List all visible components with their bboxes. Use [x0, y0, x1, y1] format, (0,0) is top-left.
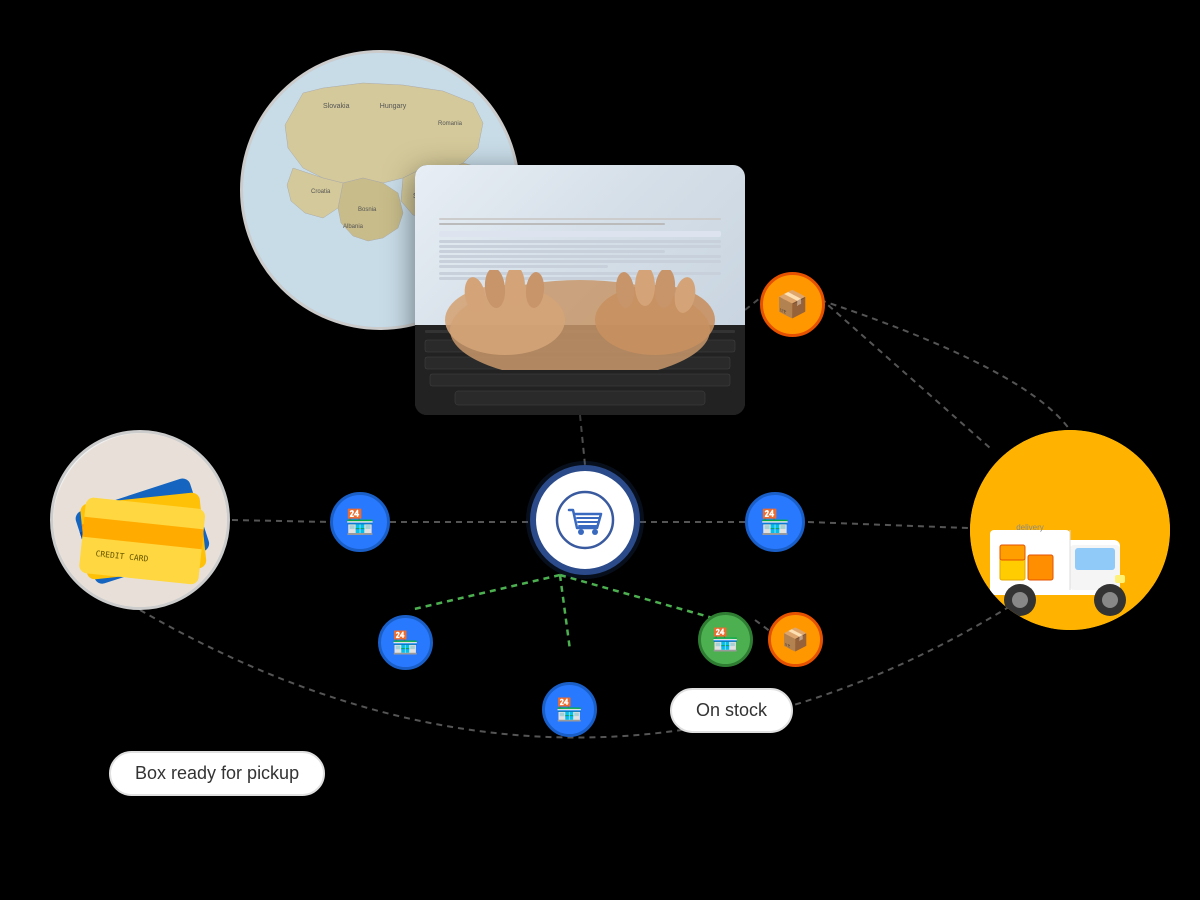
- diagram-scene: .dash-line { stroke: #555; stroke-width:…: [0, 0, 1200, 900]
- svg-text:Bosnia: Bosnia: [358, 207, 377, 213]
- box-pickup-badge: Box ready for pickup: [109, 751, 325, 796]
- cart-center-bubble[interactable]: [530, 465, 640, 575]
- store-bubble-lower-left[interactable]: 🏪: [378, 615, 433, 670]
- store-icon-lower-left: 🏪: [392, 630, 419, 656]
- package-icon-lower: 📦: [782, 627, 809, 653]
- on-stock-text: On stock: [696, 700, 767, 720]
- delivery-van-image: delivery: [970, 430, 1170, 630]
- store-icon-lower-right: 🏪: [712, 627, 739, 653]
- package-icon-top: 📦: [776, 289, 808, 320]
- box-pickup-text: Box ready for pickup: [135, 763, 299, 783]
- svg-text:Hungary: Hungary: [380, 103, 407, 110]
- store-bubble-bottom[interactable]: 🏪: [542, 682, 597, 737]
- svg-text:Romania: Romania: [438, 121, 463, 127]
- store-bubble-left[interactable]: 🏪: [330, 492, 390, 552]
- store-icon-bottom: 🏪: [556, 697, 583, 723]
- credit-cards-image: CREDIT CARD CREDIT CARD CREDIT CARD: [50, 430, 230, 610]
- package-bubble-lower[interactable]: 📦: [768, 612, 823, 667]
- store-icon-left: 🏪: [345, 508, 375, 537]
- svg-text:Albania: Albania: [343, 224, 364, 230]
- package-bubble-top[interactable]: 📦: [760, 272, 825, 337]
- store-icon-right: 🏪: [760, 508, 790, 537]
- svg-text:Slovakia: Slovakia: [323, 103, 350, 110]
- store-bubble-lower-right[interactable]: 🏪: [698, 612, 753, 667]
- store-bubble-right[interactable]: 🏪: [745, 492, 805, 552]
- laptop-image: [415, 165, 745, 415]
- svg-text:Croatia: Croatia: [311, 189, 331, 195]
- on-stock-badge: On stock: [670, 688, 793, 733]
- svg-text:delivery: delivery: [1016, 523, 1044, 532]
